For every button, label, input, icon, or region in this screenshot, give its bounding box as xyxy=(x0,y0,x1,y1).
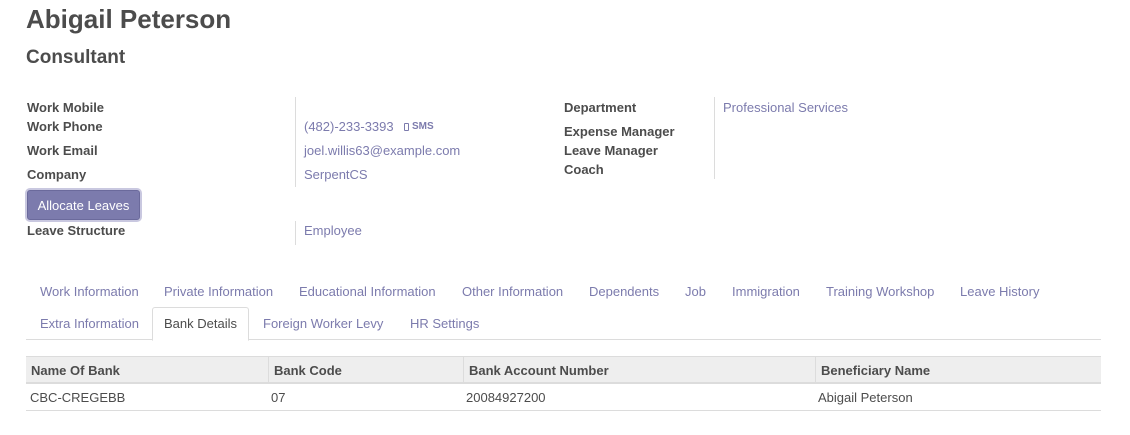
leave-structure-value[interactable]: Employee xyxy=(304,223,362,239)
coach-label: Coach xyxy=(564,162,604,177)
tab-private-information[interactable]: Private Information xyxy=(164,284,273,300)
tab-training-workshop[interactable]: Training Workshop xyxy=(826,284,934,300)
work-email-value[interactable]: joel.willis63@example.com xyxy=(304,143,460,159)
right-field-divider xyxy=(714,97,715,179)
tab-educational-information[interactable]: Educational Information xyxy=(299,284,436,300)
leave-structure-label: Leave Structure xyxy=(27,223,126,238)
column-header-bank-account-number[interactable]: Bank Account Number xyxy=(463,357,815,383)
allocate-leaves-button[interactable]: Allocate Leaves xyxy=(27,190,140,220)
tab-foreign-worker-levy[interactable]: Foreign Worker Levy xyxy=(263,316,383,332)
tab-leave-history[interactable]: Leave History xyxy=(960,284,1039,300)
left-field-divider xyxy=(295,97,296,187)
table-row[interactable]: CBC-CREGEBB 07 20084927200 Abigail Peter… xyxy=(26,385,1101,411)
employee-job-title: Consultant xyxy=(26,47,126,68)
bank-account-number-cell: 20084927200 xyxy=(466,390,546,405)
column-header-bank-code[interactable]: Bank Code xyxy=(268,357,463,383)
leave-structure-divider xyxy=(295,221,296,245)
work-email-label: Work Email xyxy=(27,143,98,158)
work-mobile-label: Work Mobile xyxy=(27,100,105,115)
bank-code-cell: 07 xyxy=(271,390,286,405)
expense-manager-label: Expense Manager xyxy=(564,124,675,139)
company-value[interactable]: SerpentCS xyxy=(304,167,368,183)
leave-manager-label: Leave Manager xyxy=(564,143,658,158)
bank-table-header: Name Of Bank Bank Code Bank Account Numb… xyxy=(26,356,1101,384)
work-phone-label: Work Phone xyxy=(27,119,103,134)
work-phone-value[interactable]: (482)-233-3393 xyxy=(304,119,394,135)
tab-job[interactable]: Job xyxy=(685,284,706,300)
department-label: Department xyxy=(564,100,637,115)
tab-extra-information[interactable]: Extra Information xyxy=(40,316,139,332)
tab-work-information[interactable]: Work Information xyxy=(40,284,139,300)
column-header-beneficiary-name[interactable]: Beneficiary Name xyxy=(815,357,1101,383)
tab-dependents[interactable]: Dependents xyxy=(589,284,659,300)
employee-name: Abigail Peterson xyxy=(26,4,232,34)
tab-hr-settings[interactable]: HR Settings xyxy=(410,316,479,332)
department-value[interactable]: Professional Services xyxy=(723,100,848,116)
column-header-name-of-bank[interactable]: Name Of Bank xyxy=(26,357,268,383)
mobile-phone-icon xyxy=(404,123,409,131)
tab-other-information[interactable]: Other Information xyxy=(462,284,563,300)
tab-immigration[interactable]: Immigration xyxy=(732,284,800,300)
sms-button[interactable]: SMS xyxy=(404,120,434,134)
beneficiary-name-cell: Abigail Peterson xyxy=(818,390,913,405)
sms-label: SMS xyxy=(412,121,434,132)
tab-bank-details[interactable]: Bank Details xyxy=(152,307,249,341)
bank-name-cell: CBC-CREGEBB xyxy=(30,390,126,405)
company-label: Company xyxy=(27,167,87,182)
